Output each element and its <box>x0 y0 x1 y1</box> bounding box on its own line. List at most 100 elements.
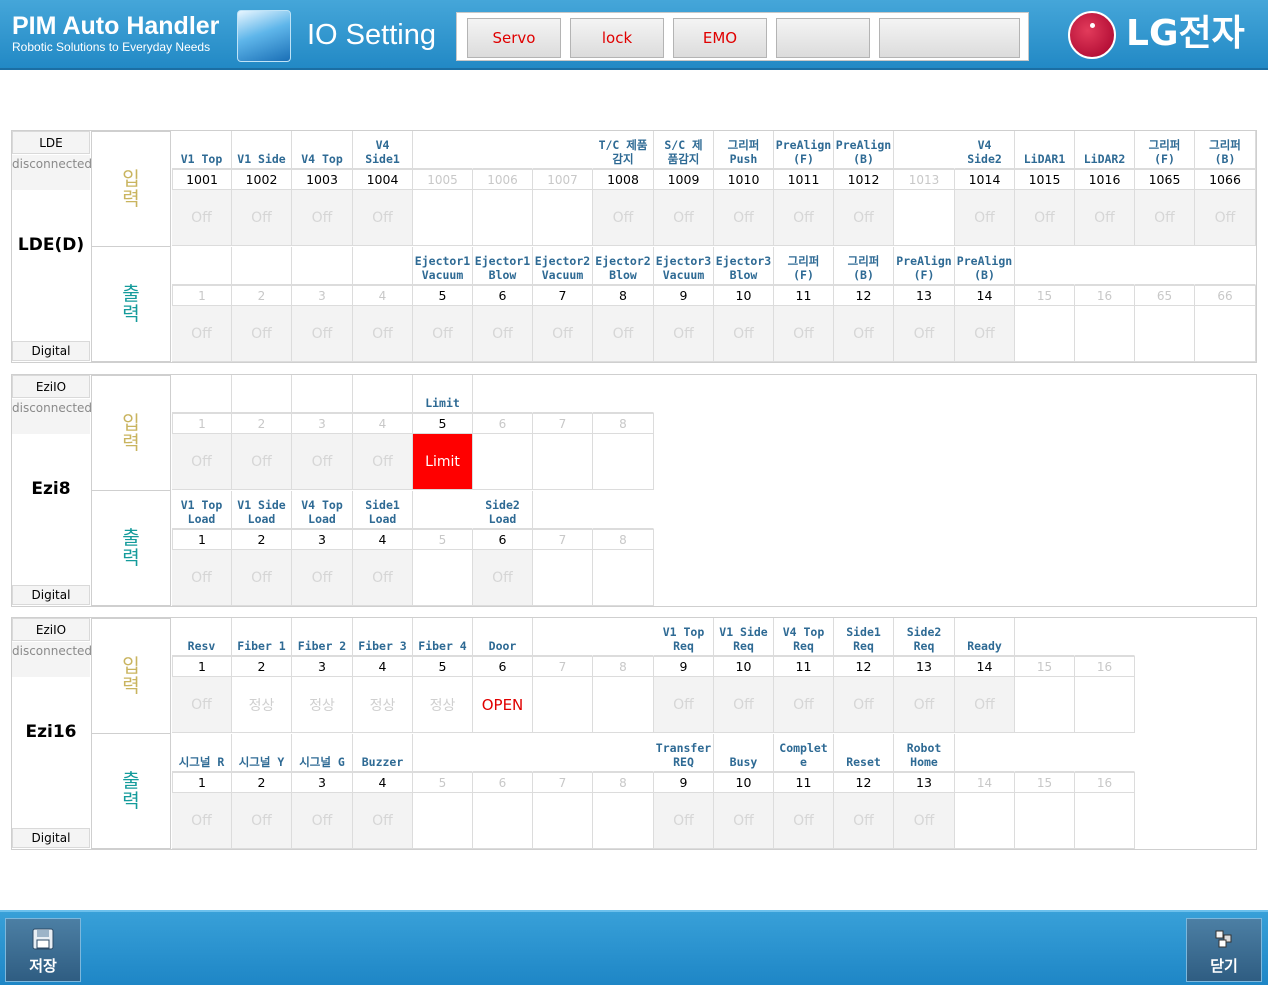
output-4-state-button[interactable]: Off <box>353 550 413 606</box>
input-10-state-button[interactable]: Off <box>714 677 774 733</box>
input-9-number: 9 <box>654 656 714 677</box>
input-11-state-button[interactable]: Off <box>774 190 834 246</box>
input-9-state-button[interactable]: Off <box>654 190 714 246</box>
input-16-state-button[interactable] <box>1075 677 1135 733</box>
output-1-state-button[interactable]: Off <box>172 793 232 849</box>
output-11-state-button[interactable]: Off <box>774 793 834 849</box>
close-button[interactable]: 닫기 <box>1186 918 1262 982</box>
input-2-state-button[interactable]: 정상 <box>232 677 292 733</box>
output-2-state-button[interactable]: Off <box>232 550 292 606</box>
status-button-4[interactable] <box>776 18 870 58</box>
input-7-state-button[interactable] <box>533 190 593 246</box>
input-13-state-button[interactable] <box>894 190 955 246</box>
output-6-state-button[interactable]: Off <box>473 306 533 362</box>
output-9-state-button[interactable]: Off <box>654 306 714 362</box>
input-16-state-button[interactable]: Off <box>1075 190 1135 246</box>
output-2-state-button[interactable]: Off <box>232 306 292 362</box>
output-12-state-button[interactable]: Off <box>834 793 894 849</box>
output-16-state-button[interactable] <box>1075 306 1135 362</box>
input-15-state-button[interactable]: Off <box>1015 190 1075 246</box>
output-6-state-button[interactable]: Off <box>473 550 533 606</box>
app-title: PIM Auto Handler <box>12 12 220 40</box>
output-4-state-button[interactable]: Off <box>353 793 413 849</box>
input-8-state-button[interactable] <box>593 434 654 490</box>
input-13-state-button[interactable]: Off <box>894 677 955 733</box>
output-16-name <box>1075 734 1135 772</box>
input-6-name <box>473 131 533 169</box>
output-10-state-button[interactable]: Off <box>714 306 774 362</box>
input-1-state-button[interactable]: Off <box>172 434 232 490</box>
output-5-state-button[interactable] <box>413 793 473 849</box>
input-14-state-button[interactable]: Off <box>955 190 1015 246</box>
output-14-state-button[interactable] <box>955 793 1015 849</box>
output-8-state-button[interactable]: Off <box>593 306 654 362</box>
output-12-state-button[interactable]: Off <box>834 306 894 362</box>
input-4-state-button[interactable]: Off <box>353 434 413 490</box>
output-1-state-button[interactable]: Off <box>172 306 232 362</box>
input-4-state-button[interactable]: 정상 <box>353 677 413 733</box>
input-12-state-button[interactable]: Off <box>834 190 894 246</box>
emo-status-button[interactable]: EMO <box>673 18 767 58</box>
output-9-state-button[interactable]: Off <box>654 793 714 849</box>
input-10-state-button[interactable]: Off <box>714 190 774 246</box>
input-15-state-button[interactable] <box>1015 677 1075 733</box>
output-1-state-button[interactable]: Off <box>172 550 232 606</box>
input-9-state-button[interactable]: Off <box>654 677 714 733</box>
input-6-state-button[interactable] <box>473 434 533 490</box>
input-6-state-button[interactable] <box>473 190 533 246</box>
input-2-state-button[interactable]: Off <box>232 434 292 490</box>
output-10-state-button[interactable]: Off <box>714 793 774 849</box>
output-15-state-button[interactable] <box>1015 793 1075 849</box>
input-3-state-button[interactable]: 정상 <box>292 677 353 733</box>
servo-status-button[interactable]: Servo <box>467 18 561 58</box>
output-3-state-button[interactable]: Off <box>292 550 353 606</box>
output-13-state-button[interactable]: Off <box>894 306 955 362</box>
input-7-state-button[interactable] <box>533 677 593 733</box>
input-1-state-button[interactable]: Off <box>172 677 232 733</box>
output-2-state-button[interactable]: Off <box>232 793 292 849</box>
output-4-state-button[interactable]: Off <box>353 306 413 362</box>
output-16-state-button[interactable] <box>1075 793 1135 849</box>
input-5-state-button[interactable]: Limit <box>413 434 473 490</box>
input-3-state-button[interactable]: Off <box>292 190 353 246</box>
input-8-state-button[interactable]: Off <box>593 190 654 246</box>
output-8-state-button[interactable] <box>593 550 654 606</box>
output-3-state-button[interactable]: Off <box>292 793 353 849</box>
output-7-name: Ejector2 Vacuum <box>533 247 593 285</box>
input-7-name <box>533 618 593 656</box>
output-7-state-button[interactable]: Off <box>533 306 593 362</box>
input-6-state-button[interactable]: OPEN <box>473 677 533 733</box>
status-button-5[interactable] <box>879 18 1020 58</box>
output-1-name: V1 Top Load <box>172 491 232 529</box>
output-7-state-button[interactable] <box>533 550 593 606</box>
output-17-state-button[interactable] <box>1135 306 1195 362</box>
output-4-number: 4 <box>353 772 413 793</box>
lock-status-button[interactable]: lock <box>570 18 664 58</box>
input-14-state-button[interactable]: Off <box>955 677 1015 733</box>
input-3-state-button[interactable]: Off <box>292 434 353 490</box>
output-6-state-button[interactable] <box>473 793 533 849</box>
output-18-state-button[interactable] <box>1195 306 1256 362</box>
output-5-state-button[interactable] <box>413 550 473 606</box>
input-2-state-button[interactable]: Off <box>232 190 292 246</box>
output-11-state-button[interactable]: Off <box>774 306 834 362</box>
input-12-state-button[interactable]: Off <box>834 677 894 733</box>
input-8-state-button[interactable] <box>593 677 654 733</box>
output-8-state-button[interactable] <box>593 793 654 849</box>
output-5-state-button[interactable]: Off <box>413 306 473 362</box>
output-15-state-button[interactable] <box>1015 306 1075 362</box>
output-14-state-button[interactable]: Off <box>955 306 1015 362</box>
input-11-state-button[interactable]: Off <box>774 677 834 733</box>
input-7-state-button[interactable] <box>533 434 593 490</box>
save-button[interactable]: 저장 <box>5 918 81 982</box>
output-1-number: 1 <box>172 285 232 306</box>
output-3-state-button[interactable]: Off <box>292 306 353 362</box>
input-4-state-button[interactable]: Off <box>353 190 413 246</box>
output-7-state-button[interactable] <box>533 793 593 849</box>
input-18-state-button[interactable]: Off <box>1195 190 1256 246</box>
input-5-state-button[interactable] <box>413 190 473 246</box>
input-1-state-button[interactable]: Off <box>172 190 232 246</box>
input-5-state-button[interactable]: 정상 <box>413 677 473 733</box>
output-13-state-button[interactable]: Off <box>894 793 955 849</box>
input-17-state-button[interactable]: Off <box>1135 190 1195 246</box>
